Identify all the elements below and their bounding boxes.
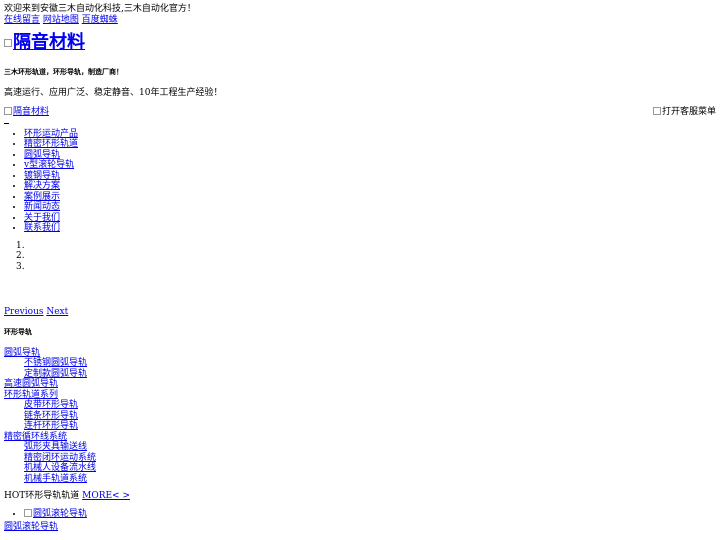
logo-alt-text: 隔音材料 (13, 32, 85, 53)
nav-link-plated-steel[interactable]: 镀钢导轨 (24, 171, 60, 181)
mobile-logo-alt: 隔音材料 (13, 106, 50, 117)
category-precision-loop[interactable]: 精密循环线系统 (4, 432, 716, 443)
slide-indicator-3[interactable]: 3. (4, 262, 716, 273)
logo-row: 隔音材料 (4, 32, 716, 54)
broken-image-icon (4, 107, 12, 115)
nav-item: 精密环形轨道 (24, 139, 716, 150)
slogan-bold: 三木环形轨道，环形导轨，制造厂商！ (4, 67, 123, 76)
online-message-link[interactable]: 在线留言 (4, 15, 40, 25)
broken-image-icon (4, 39, 12, 47)
nav-link-news[interactable]: 新闻动态 (24, 202, 60, 212)
nav-item: v型滚轮导轨 (24, 160, 716, 171)
nav-link-arc-guide[interactable]: 圆弧导轨 (24, 150, 60, 160)
slider-next-link[interactable]: Next (46, 307, 68, 317)
service-menu-button[interactable]: 打开客服菜单 (652, 106, 716, 117)
baidu-spider-link[interactable]: 百度蜘蛛 (82, 15, 118, 25)
subcategory-link[interactable]: 不锈钢圆弧导轨 (24, 358, 716, 369)
broken-image-icon (652, 107, 661, 115)
nav-link-ring-motion[interactable]: 环形运动产品 (24, 129, 78, 139)
service-menu-alt: 打开客服菜单 (661, 106, 716, 117)
nav-link-cases[interactable]: 案例展示 (24, 192, 60, 202)
subcategory-link[interactable]: 弧形夹具输送线 (24, 442, 716, 453)
logo-link[interactable]: 隔音材料 (4, 32, 85, 53)
category-list: 圆弧导轨 不锈钢圆弧导轨 定制款圆弧导轨 高速圆弧导轨 环形轨道系列 皮带环形导… (4, 348, 716, 485)
mobile-bar: 隔音材料 打开客服菜单 (4, 107, 716, 117)
nav-item: 案例展示 (24, 192, 716, 203)
welcome-text: 欢迎来到安徽三木自动化科技,三木自动化官方！ (4, 4, 196, 14)
slide-indicator-2[interactable]: 2. (4, 251, 716, 262)
top-links: 在线留言 网站地图 百度蜘蛛 (4, 15, 716, 26)
hot-product-image-link[interactable]: 圆弧滚轮导轨 (24, 509, 87, 519)
site-logo: 隔音材料 (4, 32, 85, 54)
nav-item: 圆弧导轨 (24, 150, 716, 161)
category-arc-guide[interactable]: 圆弧导轨 (4, 348, 716, 359)
sidebar-title: 环形导轨 (4, 326, 32, 336)
nav-link-v-roller[interactable]: v型滚轮导轨 (24, 160, 74, 170)
subcategory-link[interactable]: 精密闭环运动系统 (24, 453, 716, 464)
hot-section-header: HOT环形导轨轨道 MORE< > (4, 491, 716, 502)
hot-product-item: 圆弧滚轮导轨 (24, 509, 716, 520)
subcategory-list: 弧形夹具输送线 精密闭环运动系统 机械人设备流水线 机械手轨道系统 (4, 442, 716, 484)
nav-link-about[interactable]: 关于我们 (24, 213, 60, 223)
nav-link-solutions[interactable]: 解决方案 (24, 181, 60, 191)
nav-link-precision-track[interactable]: 精密环形轨道 (24, 139, 78, 149)
page: 欢迎来到安徽三木自动化科技,三木自动化官方！ 在线留言 网站地图 百度蜘蛛 隔音… (0, 0, 720, 533)
nav-item: 联系我们 (24, 223, 716, 234)
mobile-logo-link[interactable]: 隔音材料 (4, 107, 49, 117)
category-high-speed-arc[interactable]: 高速圆弧导轨 (4, 379, 716, 390)
subcategory-list: 皮带环形导轨 链条环形导轨 连杆环形导轨 (4, 400, 716, 432)
main-nav: 环形运动产品 精密环形轨道 圆弧导轨 v型滚轮导轨 镀钢导轨 解决方案 案例展示… (4, 129, 716, 234)
subcategory-link[interactable]: 定制款圆弧导轨 (24, 369, 716, 380)
subcategory-link[interactable]: 皮带环形导轨 (24, 400, 716, 411)
broken-image-icon (24, 509, 32, 517)
slogan-text: 高速运行、应用广泛、稳定静音、10年工程生产经验！ (4, 88, 223, 98)
nav-item: 新闻动态 (24, 202, 716, 213)
hot-section-title: HOT环形导轨轨道 (4, 491, 80, 501)
nav-item: 关于我们 (24, 213, 716, 224)
subcategory-list: 不锈钢圆弧导轨 定制款圆弧导轨 (4, 358, 716, 379)
nav-item: 解决方案 (24, 181, 716, 192)
nav-link-contact[interactable]: 联系我们 (24, 223, 60, 233)
slider-controls: Previous Next (4, 307, 716, 318)
hot-more-link[interactable]: MORE< > (82, 491, 130, 501)
sitemap-link[interactable]: 网站地图 (43, 15, 79, 25)
hot-product-name-row: 圆弧滚轮导轨 (4, 522, 716, 533)
subcategory-link[interactable]: 连杆环形导轨 (24, 421, 716, 432)
menu-toggle-icon[interactable] (4, 122, 9, 124)
subcategory-link[interactable]: 机械人设备流水线 (24, 463, 716, 474)
nav-item: 环形运动产品 (24, 129, 716, 140)
subcategory-link[interactable]: 链条环形导轨 (24, 411, 716, 422)
hot-product-name-link[interactable]: 圆弧滚轮导轨 (4, 522, 58, 532)
slide-indicator-1[interactable]: 1. (4, 241, 716, 252)
category-ring-track-series[interactable]: 环形轨道系列 (4, 390, 716, 401)
slider-indicators: 1. 2. 3. (4, 241, 716, 273)
hot-product-img-alt: 圆弧滚轮导轨 (33, 508, 88, 519)
nav-item: 镀钢导轨 (24, 171, 716, 182)
slider-prev-link[interactable]: Previous (4, 307, 43, 317)
hot-product-list: 圆弧滚轮导轨 (4, 509, 716, 520)
subcategory-link[interactable]: 机械手轨道系统 (24, 474, 716, 485)
